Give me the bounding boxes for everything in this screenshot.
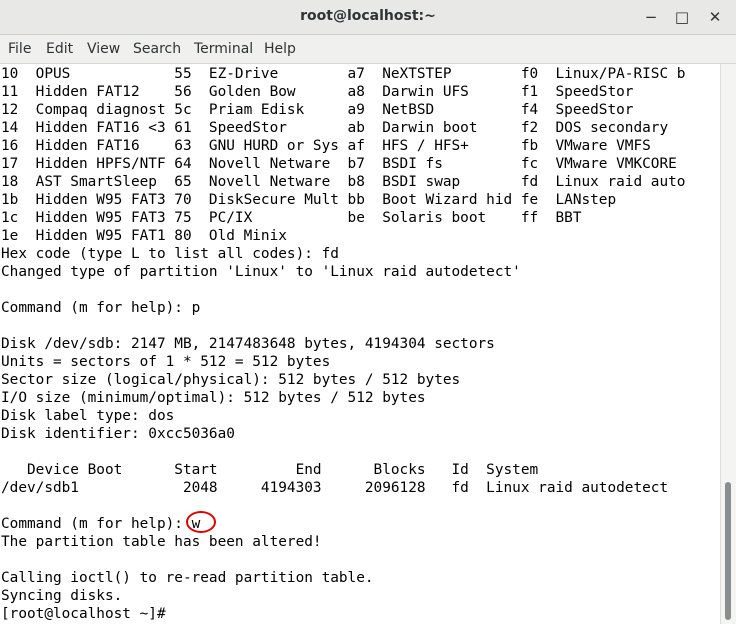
terminal-line: 1c Hidden W95 FAT3 75 PC/IX be Solaris b… <box>1 210 582 226</box>
terminal-line: Changed type of partition 'Linux' to 'Li… <box>1 264 521 280</box>
terminal-line: Disk /dev/sdb: 2147 MB, 2147483648 bytes… <box>1 336 495 352</box>
menu-terminal[interactable]: Terminal <box>194 41 253 57</box>
highlight-circle-annotation <box>186 511 216 533</box>
terminal-line: Units = sectors of 1 * 512 = 512 bytes <box>1 354 331 370</box>
terminal-line: /dev/sdb1 2048 4194303 2096128 fd Linux … <box>1 480 669 496</box>
window-title: root@localhost:~ <box>300 8 436 24</box>
close-icon[interactable]: ✕ <box>704 6 726 28</box>
menu-file[interactable]: File <box>8 41 31 57</box>
terminal-line: 16 Hidden FAT16 63 GNU HURD or Sys af HF… <box>1 138 651 154</box>
terminal-line: Command (m for help): p <box>1 300 201 316</box>
terminal-line: Syncing disks. <box>1 588 123 604</box>
terminal-line: 1b Hidden W95 FAT3 70 DiskSecure Mult bb… <box>1 192 617 208</box>
menu-view[interactable]: View <box>87 41 120 57</box>
terminal-line: Disk identifier: 0xcc5036a0 <box>1 426 235 442</box>
scrollbar[interactable] <box>720 64 736 624</box>
terminal-line: 10 OPUS 55 EZ-Drive a7 NeXTSTEP f0 Linux… <box>1 66 686 82</box>
terminal-line: 12 Compaq diagnost 5c Priam Edisk a9 Net… <box>1 102 634 118</box>
menu-help[interactable]: Help <box>264 41 296 57</box>
scrollbar-thumb[interactable] <box>725 482 731 620</box>
terminal-line: The partition table has been altered! <box>1 534 322 550</box>
terminal-line: Disk label type: dos <box>1 408 175 424</box>
minimize-icon[interactable]: − <box>640 6 662 28</box>
terminal-line: I/O size (minimum/optimal): 512 bytes / … <box>1 390 426 406</box>
terminal-line: [root@localhost ~]# <box>1 606 166 622</box>
terminal-line: Command (m for help): w <box>1 516 201 532</box>
terminal-line: 1e Hidden W95 FAT1 80 Old Minix <box>1 228 287 244</box>
maximize-icon[interactable]: □ <box>671 6 693 28</box>
menu-bar: File Edit View Search Terminal Help <box>0 35 736 64</box>
title-bar: root@localhost:~ − □ ✕ <box>0 0 736 35</box>
menu-edit[interactable]: Edit <box>46 41 73 57</box>
terminal-line: Device Boot Start End Blocks Id System <box>1 462 539 478</box>
terminal-line: 18 AST SmartSleep 65 Novell Netware b8 B… <box>1 174 686 190</box>
terminal-output[interactable]: 10 OPUS 55 EZ-Drive a7 NeXTSTEP f0 Linux… <box>0 64 720 624</box>
menu-search[interactable]: Search <box>133 41 181 57</box>
terminal-line: 14 Hidden FAT16 <3 61 SpeedStor ab Darwi… <box>1 120 669 136</box>
terminal-line: 17 Hidden HPFS/NTF 64 Novell Netware b7 … <box>1 156 677 172</box>
terminal-line: Hex code (type L to list all codes): fd <box>1 246 339 262</box>
terminal-line: Calling ioctl() to re-read partition tab… <box>1 570 374 586</box>
terminal-line: Sector size (logical/physical): 512 byte… <box>1 372 461 388</box>
terminal-line: 11 Hidden FAT12 56 Golden Bow a8 Darwin … <box>1 84 634 100</box>
